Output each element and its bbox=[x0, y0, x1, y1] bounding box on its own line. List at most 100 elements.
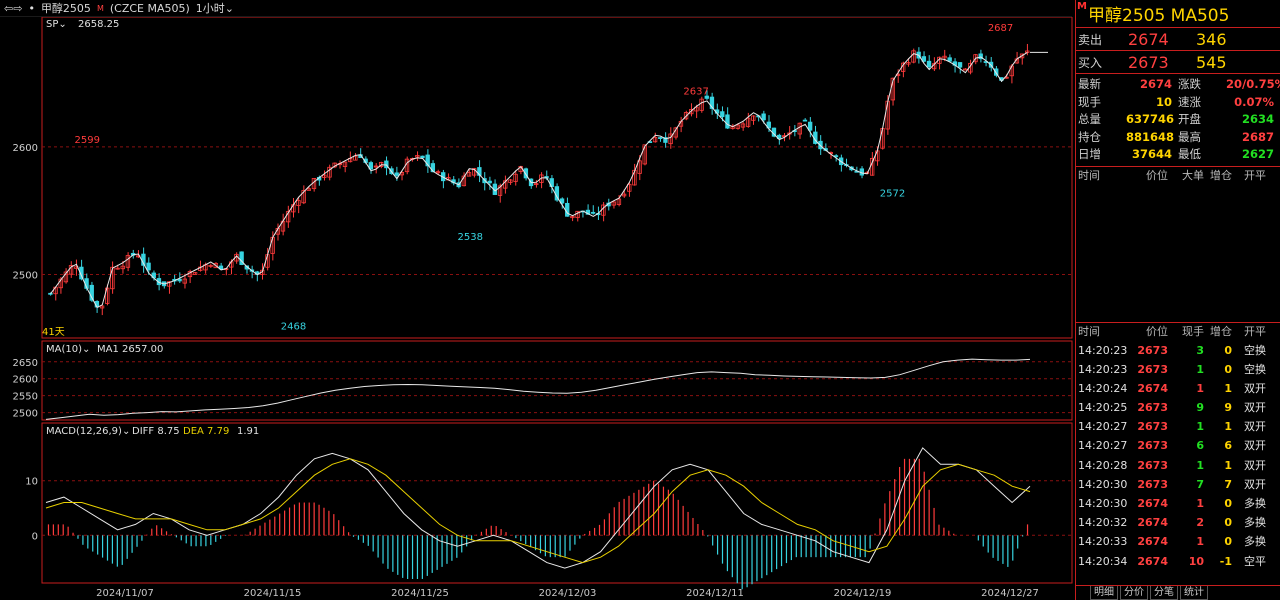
tick-kind: 双开 bbox=[1244, 401, 1266, 415]
period-label: 1小时 bbox=[195, 2, 225, 15]
tick-price: 2674 bbox=[1137, 535, 1168, 549]
tick-kind: 双开 bbox=[1244, 381, 1266, 395]
badge-m-icon: M bbox=[1077, 1, 1087, 12]
ma10-line bbox=[45, 358, 1031, 420]
bullet-icon: • bbox=[28, 1, 35, 15]
tick-oi-change: 0 bbox=[1224, 535, 1232, 549]
tick-volume: 6 bbox=[1196, 439, 1204, 453]
chart-area[interactable]: 2600 2500 2468 2599 2538 2637 2572 2687 SP⌄ 2658.… bbox=[0, 17, 1075, 600]
tick-row[interactable]: 14:20:28 2673 1 1 双开 bbox=[1076, 456, 1280, 475]
tick-price: 2673 bbox=[1137, 477, 1168, 491]
tick-row[interactable]: 14:20:30 2674 1 0 多换 bbox=[1076, 494, 1280, 513]
candle-body bbox=[725, 114, 730, 129]
sp-value: 2658.25 bbox=[78, 19, 119, 30]
tick-time: 14:20:34 bbox=[1078, 554, 1128, 568]
period-selector[interactable]: 1小时⌄ bbox=[196, 0, 234, 16]
tick-price: 2674 bbox=[1137, 381, 1168, 395]
symbol-name[interactable]: 甲醇2505 bbox=[41, 0, 91, 16]
candle-body bbox=[590, 211, 596, 214]
stat-value: 2687 bbox=[1241, 129, 1274, 144]
stat-key: 现手 bbox=[1078, 94, 1101, 109]
tick-price: 2673 bbox=[1137, 439, 1168, 453]
candle-body bbox=[420, 155, 425, 159]
tick-kind: 多换 bbox=[1244, 497, 1266, 510]
bid-row[interactable]: 买入 2673 545 bbox=[1076, 51, 1280, 74]
ask-price: 2674 bbox=[1128, 29, 1169, 49]
stat-key: 涨跌 bbox=[1178, 77, 1201, 91]
big-order-list[interactable] bbox=[1076, 185, 1280, 323]
tick-time: 14:20:33 bbox=[1078, 535, 1128, 549]
tick-column-header: 增仓 bbox=[1210, 324, 1232, 338]
tick-column-header: 增仓 bbox=[1210, 168, 1232, 182]
price-mark-label: 2468 bbox=[281, 321, 306, 332]
tick-row[interactable]: 14:20:32 2674 2 0 多换 bbox=[1076, 513, 1280, 532]
ask-row[interactable]: 卖出 2674 346 bbox=[1076, 28, 1280, 51]
price-mark-label: 2572 bbox=[880, 189, 905, 200]
ma-panel-label: MA(10)⌄ bbox=[46, 344, 90, 355]
tick-row[interactable]: 14:20:23 2673 3 0 空换 bbox=[1076, 341, 1280, 360]
tick-volume: 10 bbox=[1188, 554, 1204, 568]
tick-oi-change: 1 bbox=[1224, 458, 1232, 472]
tick-header-top: 时间 价位 大单 增仓 开平 bbox=[1076, 167, 1280, 185]
tab-统计[interactable]: 统计 bbox=[1180, 586, 1208, 600]
tick-oi-change: 0 bbox=[1224, 516, 1232, 530]
tick-price: 2673 bbox=[1137, 420, 1168, 434]
tick-oi-change: 1 bbox=[1224, 420, 1232, 434]
price-ma-line bbox=[50, 51, 1028, 309]
tick-list[interactable]: 14:20:23 2673 3 0 空换 14:20:23 2673 1 0 空换 14:20:24… bbox=[1076, 341, 1280, 571]
tick-price: 2673 bbox=[1137, 362, 1168, 376]
ma-tick-label: 2500 bbox=[13, 409, 38, 420]
tick-row[interactable]: 14:20:25 2673 9 9 双开 bbox=[1076, 398, 1280, 417]
macd-dea-line bbox=[45, 458, 1031, 564]
tick-row[interactable]: 14:20:30 2673 7 7 双开 bbox=[1076, 475, 1280, 494]
tab-分价[interactable]: 分价 bbox=[1120, 586, 1148, 600]
tick-row[interactable]: 14:20:27 2673 6 6 双开 bbox=[1076, 436, 1280, 455]
ask-volume: 346 bbox=[1196, 29, 1227, 49]
tick-kind: 空换 bbox=[1244, 362, 1266, 376]
tick-price: 2673 bbox=[1137, 458, 1168, 472]
stat-value: 20/0.75% bbox=[1226, 77, 1280, 91]
tick-kind: 空换 bbox=[1244, 343, 1266, 357]
tick-oi-change: 9 bbox=[1224, 401, 1232, 415]
quote-title: M 甲醇2505 MA505 bbox=[1076, 0, 1280, 28]
tick-column-header: 价位 bbox=[1146, 168, 1168, 182]
candle-body bbox=[807, 121, 813, 131]
stat-value: 0.07% bbox=[1234, 94, 1274, 109]
macd-tick-label: 10 bbox=[25, 477, 38, 488]
tab-明细[interactable]: 明细 bbox=[1090, 586, 1118, 600]
x-axis-label: 2024/11/25 bbox=[391, 588, 449, 599]
tick-row[interactable]: 14:20:34 2674 10 -1 空平 bbox=[1076, 552, 1280, 571]
tick-volume: 1 bbox=[1196, 381, 1204, 395]
tick-volume: 2 bbox=[1196, 516, 1204, 530]
bid-volume: 545 bbox=[1196, 52, 1227, 72]
stat-value: 2634 bbox=[1241, 112, 1274, 126]
tick-column-header: 时间 bbox=[1078, 324, 1100, 338]
chart-svg[interactable]: 2600 2500 2468 2599 2538 2637 2572 2687 SP⌄ 2658.… bbox=[0, 17, 1075, 600]
tick-column-header: 时间 bbox=[1078, 168, 1100, 182]
tick-price: 2673 bbox=[1137, 401, 1168, 415]
candle-body bbox=[146, 262, 151, 271]
ma-tick-label: 2650 bbox=[13, 358, 38, 369]
tab-分笔[interactable]: 分笔 bbox=[1150, 586, 1178, 600]
tick-row[interactable]: 14:20:23 2673 1 0 空换 bbox=[1076, 360, 1280, 379]
window-menu-icon[interactable]: ⇦⇨ bbox=[4, 2, 22, 15]
stat-value: 881648 bbox=[1126, 129, 1175, 144]
candle-body bbox=[963, 68, 968, 71]
stat-key: 最低 bbox=[1178, 147, 1201, 161]
tick-row[interactable]: 14:20:33 2674 1 0 多换 bbox=[1076, 532, 1280, 551]
tick-kind: 空平 bbox=[1244, 554, 1266, 568]
macd-diff-line bbox=[45, 447, 1031, 569]
candle-body bbox=[658, 137, 663, 139]
tick-volume: 7 bbox=[1196, 477, 1204, 491]
tick-time: 14:20:30 bbox=[1078, 497, 1128, 510]
ask-label: 卖出 bbox=[1078, 32, 1103, 47]
tick-row[interactable]: 14:20:24 2674 1 1 双开 bbox=[1076, 379, 1280, 398]
tick-time: 14:20:30 bbox=[1078, 477, 1128, 491]
tick-volume: 1 bbox=[1196, 362, 1204, 376]
stat-key: 最新 bbox=[1078, 77, 1101, 91]
bid-price: 2673 bbox=[1128, 52, 1169, 72]
tick-time: 14:20:23 bbox=[1078, 343, 1128, 357]
quote-panel: M 甲醇2505 MA505 卖出 2674 346 买入 2673 545 最… bbox=[1075, 0, 1280, 600]
tick-row[interactable]: 14:20:27 2673 1 1 双开 bbox=[1076, 417, 1280, 436]
macd-diff-value: DIFF 8.75 bbox=[132, 426, 180, 437]
